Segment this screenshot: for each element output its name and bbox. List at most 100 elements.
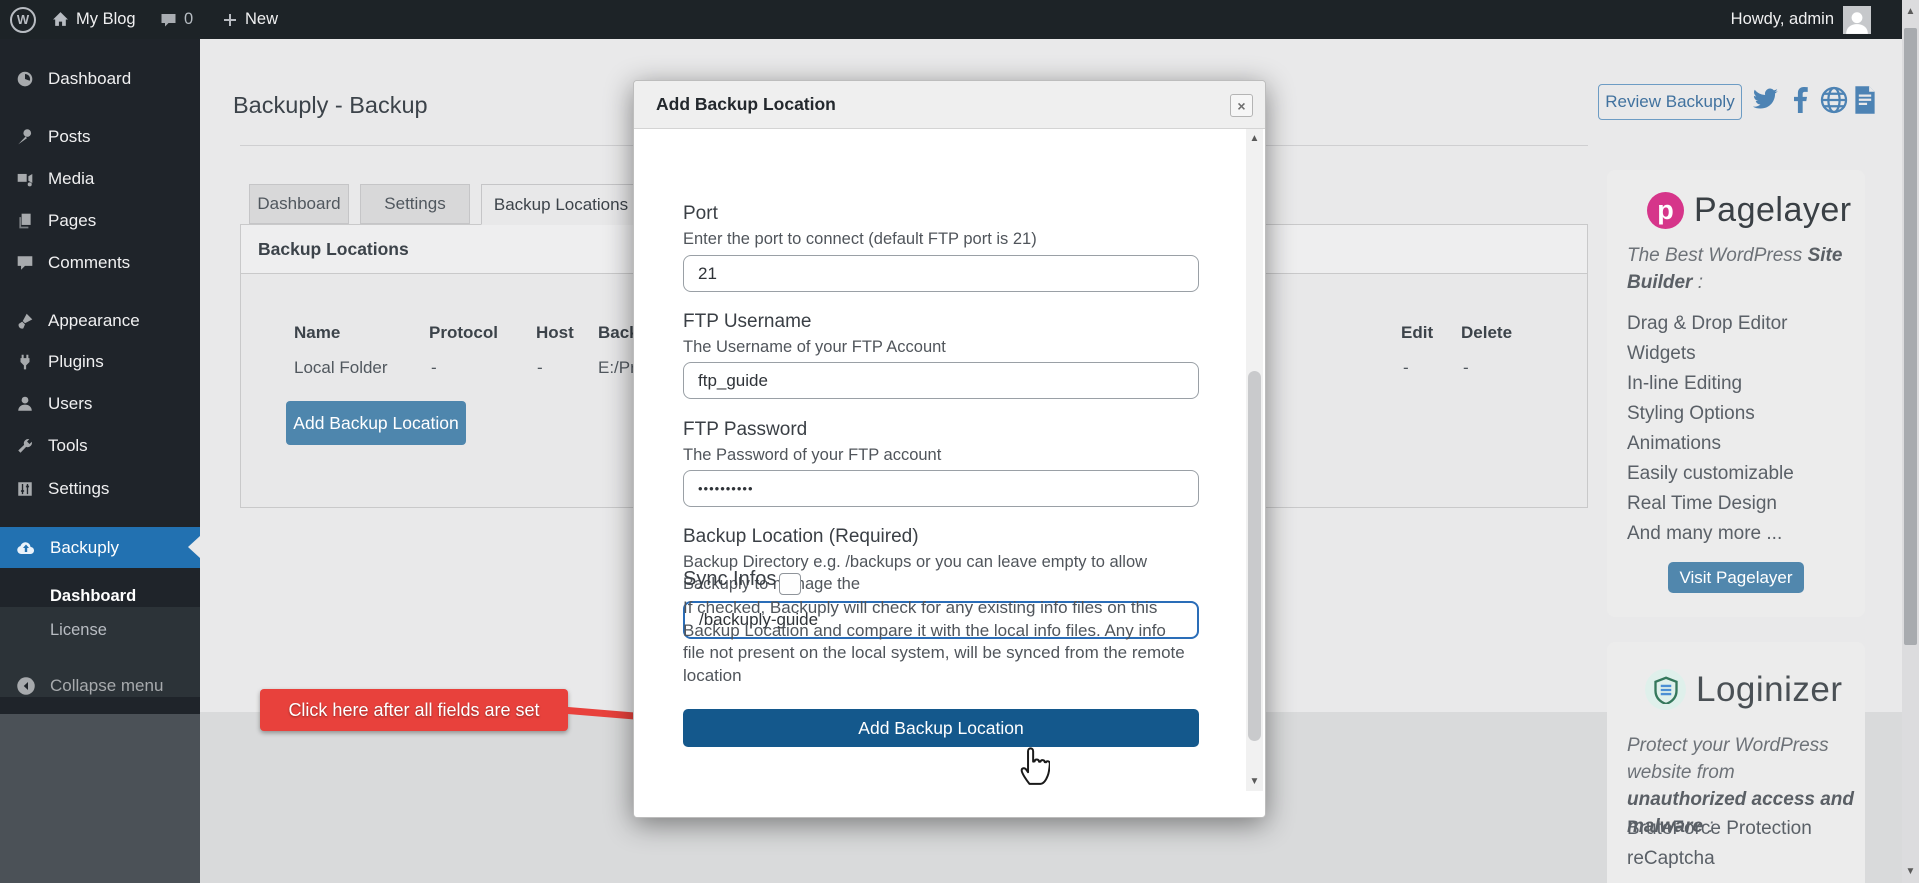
column-header-protocol: Protocol [429, 323, 498, 342]
column-header-name: Name [294, 323, 341, 342]
sidebar-item-tools[interactable]: Tools [0, 425, 200, 467]
sidebar-item-settings[interactable]: Settings [0, 468, 200, 510]
admin-bar: W My Blog 0 New Howdy, admin [0, 0, 1919, 39]
sidebar-item-media[interactable]: Media [0, 158, 200, 200]
modal-scrollbar[interactable]: ▲ ▼ [1246, 129, 1263, 791]
sidebar-item-comments[interactable]: Comments [0, 242, 200, 284]
loginizer-shield-icon [1645, 669, 1686, 710]
sliders-icon [18, 482, 32, 496]
collapse-arrow-icon [17, 677, 35, 695]
modal-scrollbar-thumb[interactable] [1248, 371, 1261, 741]
tab-backup-locations[interactable]: Backup Locations [481, 184, 641, 225]
collapse-menu-button[interactable]: Collapse menu [0, 665, 200, 707]
page-title: Backuply - Backup [233, 92, 428, 118]
row-cell-edit[interactable]: - [1403, 358, 1409, 378]
row-cell-backup-location: E:/Pr [598, 358, 636, 377]
sidebar-item-posts[interactable]: Posts [0, 116, 200, 158]
browser-scrollbar-thumb[interactable] [1904, 28, 1917, 645]
close-icon[interactable]: × [1230, 94, 1253, 117]
submenu-item-dashboard[interactable]: Dashboard [0, 580, 200, 612]
add-backup-location-button[interactable]: Add Backup Location [286, 401, 466, 445]
site-name-label: My Blog [76, 10, 136, 28]
loginizer-promo-card: Loginizer Protect your WordPress website… [1607, 642, 1865, 883]
comment-bubble-icon [161, 13, 176, 26]
ftp-password-description: The Password of your FTP account [683, 446, 942, 464]
wordpress-logo-menu[interactable]: W [10, 0, 36, 39]
sidebar-item-label: Plugins [48, 352, 104, 371]
sidebar-item-appearance[interactable]: Appearance [0, 300, 200, 342]
pagelayer-promo-card: p Pagelayer The Best WordPress Site Buil… [1607, 170, 1865, 617]
ftp-password-label: FTP Password [683, 419, 808, 440]
scrollbar-down-icon[interactable]: ▼ [1902, 866, 1919, 877]
facebook-icon[interactable] [1793, 87, 1808, 113]
ftp-password-input[interactable]: •••••••••• [683, 470, 1199, 507]
twitter-icon[interactable] [1752, 88, 1779, 111]
document-icon[interactable] [1854, 86, 1876, 114]
pages-icon [19, 213, 31, 229]
site-name-link[interactable]: My Blog [52, 0, 136, 39]
modal-title: Add Backup Location [634, 81, 1265, 129]
user-avatar[interactable] [1843, 0, 1871, 39]
sidebar-item-label: Media [48, 169, 95, 188]
sync-infos-checkbox[interactable] [779, 573, 801, 595]
pagelayer-feature: Styling Options [1627, 403, 1755, 424]
sidebar-below-fold [0, 714, 200, 883]
add-backup-location-modal: Add Backup Location × Port Enter the por… [633, 80, 1266, 818]
current-menu-notch [188, 536, 200, 558]
howdy-label: Howdy, admin [1730, 10, 1834, 28]
wrench-icon [18, 439, 32, 453]
sidebar-item-label: Users [48, 394, 93, 413]
globe-icon[interactable] [1820, 86, 1848, 114]
review-backuply-button[interactable]: Review Backuply [1598, 84, 1742, 120]
sidebar-item-label: Pages [48, 211, 97, 230]
row-cell-protocol: - [431, 358, 437, 377]
backup-location-label: Backup Location (Required) [683, 526, 919, 547]
home-icon [53, 12, 68, 26]
sidebar-item-users[interactable]: Users [0, 383, 200, 425]
tab-settings[interactable]: Settings [360, 184, 470, 224]
pagelayer-name: Pagelayer [1694, 191, 1852, 229]
row-cell-delete[interactable]: - [1463, 358, 1469, 378]
submenu-item-license[interactable]: License [0, 614, 200, 646]
new-content-menu[interactable]: New [222, 0, 278, 39]
column-header-host: Host [536, 323, 574, 342]
sidebar-item-backuply[interactable]: Backuply [0, 527, 200, 568]
tab-dashboard[interactable]: Dashboard [249, 184, 349, 224]
pagelayer-feature: Drag & Drop Editor [1627, 313, 1788, 334]
loginizer-feature: BruteForce Protection [1627, 818, 1812, 839]
sidebar-item-plugins[interactable]: Plugins [0, 341, 200, 383]
scrollbar-up-icon[interactable]: ▲ [1902, 6, 1919, 17]
comment-count: 0 [184, 10, 194, 28]
ftp-username-label: FTP Username [683, 311, 812, 332]
plug-icon [20, 354, 30, 370]
collapse-menu-label: Collapse menu [50, 676, 164, 695]
modal-add-backup-location-button[interactable]: Add Backup Location [683, 709, 1199, 747]
ftp-username-input[interactable]: ftp_guide [683, 362, 1199, 399]
port-description: Enter the port to connect (default FTP p… [683, 230, 1037, 248]
plus-icon [224, 13, 236, 26]
submenu-item-label: Dashboard [50, 586, 137, 605]
person-silhouette-icon [1846, 11, 1868, 34]
visit-pagelayer-button[interactable]: Visit Pagelayer [1668, 562, 1804, 593]
tutorial-callout: Click here after all fields are set [260, 689, 568, 731]
sidebar-item-label: Comments [48, 253, 131, 272]
scroll-up-icon[interactable]: ▲ [1246, 133, 1263, 144]
sidebar-item-dashboard[interactable]: Dashboard [0, 58, 200, 100]
port-label: Port [683, 203, 718, 224]
avatar-image [1843, 5, 1871, 34]
scroll-down-icon[interactable]: ▼ [1246, 776, 1263, 787]
loginizer-feature: reCaptcha [1627, 848, 1715, 869]
loginizer-name: Loginizer [1696, 669, 1843, 709]
sidebar-item-pages[interactable]: Pages [0, 200, 200, 242]
browser-scrollbar[interactable]: ▲ ▼ [1902, 0, 1919, 883]
admin-sidebar: Dashboard Posts Media Pages Comments App… [0, 39, 200, 714]
comment-icon [17, 256, 33, 270]
brush-icon [18, 313, 33, 329]
port-input[interactable]: 21 [683, 255, 1199, 292]
comments-shortcut[interactable]: 0 [160, 0, 193, 39]
howdy-menu[interactable]: Howdy, admin [1731, 0, 1834, 39]
row-cell-name: Local Folder [294, 358, 388, 377]
ftp-username-description: The Username of your FTP Account [683, 338, 946, 356]
media-icon [17, 173, 33, 187]
sidebar-item-label: Settings [48, 479, 110, 498]
